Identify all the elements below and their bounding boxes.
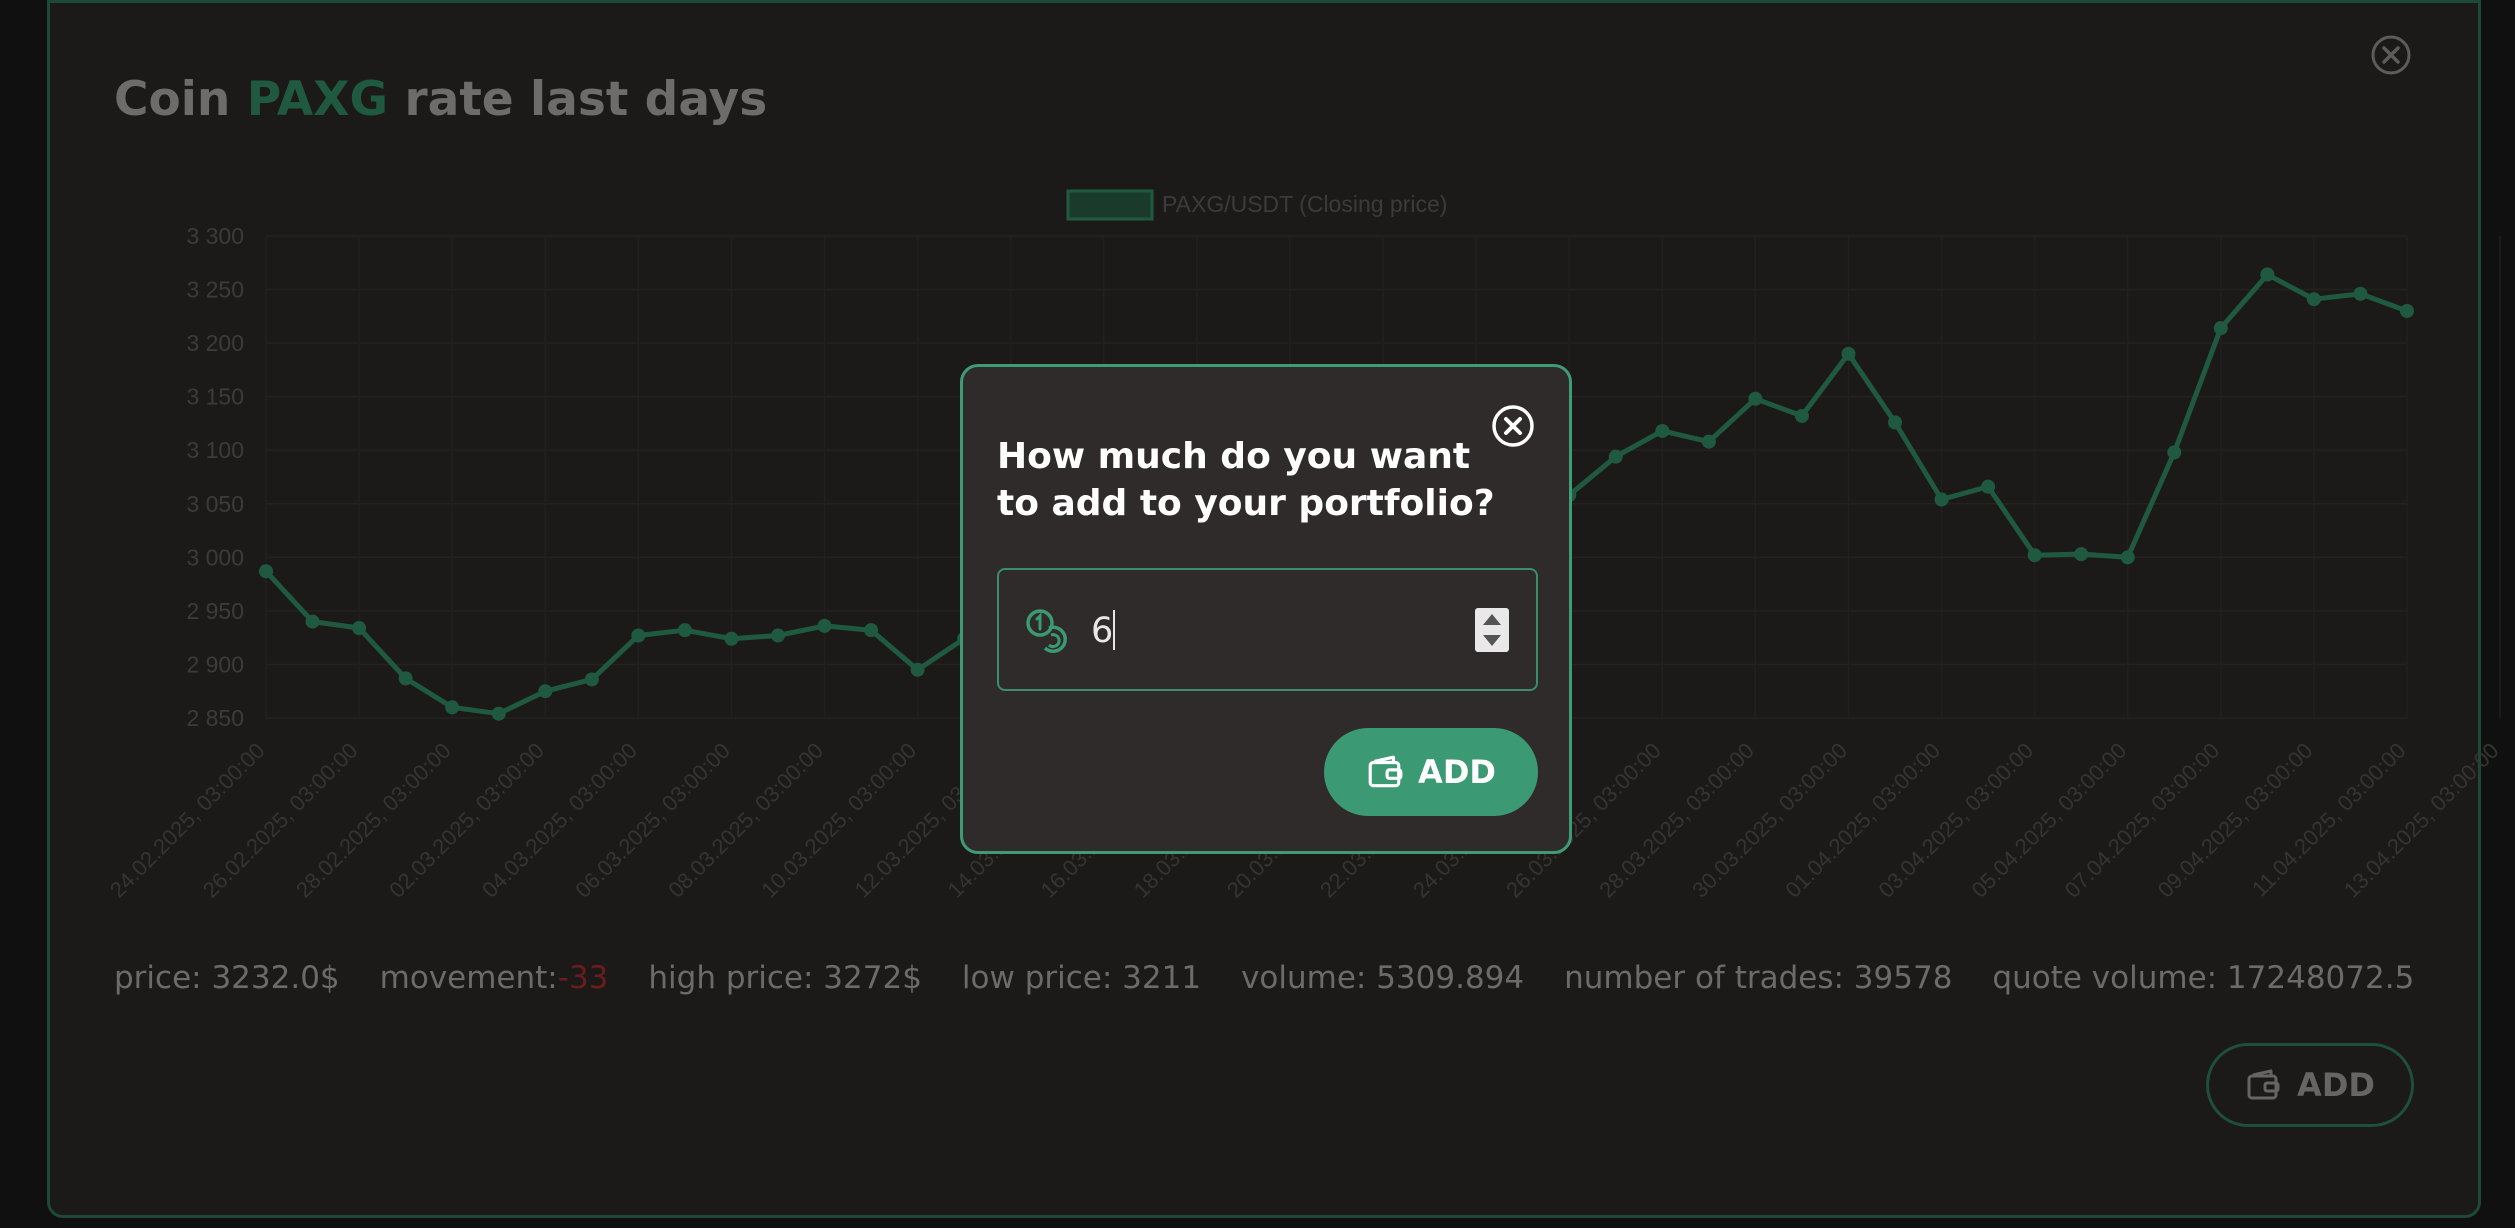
x-tick-label: 11.04.2025, 03:00:00 — [2247, 738, 2411, 902]
text-caret — [1113, 610, 1115, 650]
stat-trades: number of trades: 39578 — [1564, 960, 1953, 996]
x-tick-label: 28.02.2025, 03:00:00 — [291, 738, 456, 903]
y-tick-label: 3 150 — [186, 384, 244, 410]
y-tick-label: 3 250 — [186, 277, 244, 303]
stepper-up-icon[interactable] — [1483, 614, 1501, 625]
add-to-portfolio-button[interactable]: ADD — [2206, 1043, 2414, 1127]
wallet-icon — [2247, 1069, 2280, 1100]
data-point — [770, 628, 785, 643]
y-tick-label: 3 200 — [186, 330, 244, 356]
x-tick-label: 28.03.2025, 03:00:00 — [1594, 738, 1759, 903]
data-point — [910, 662, 925, 677]
stat-movement-value: -33 — [557, 960, 609, 996]
data-point — [1748, 391, 1763, 406]
data-point — [445, 700, 460, 715]
quantity-stepper[interactable] — [1475, 608, 1509, 652]
stat-movement: movement:-33 — [380, 960, 609, 996]
data-point — [1841, 346, 1856, 361]
data-point — [538, 684, 553, 699]
data-point — [631, 628, 646, 643]
data-point — [2027, 548, 2042, 563]
x-tick-label: 01.04.2025, 03:00:00 — [1780, 738, 1945, 903]
x-tick-label: 06.03.2025, 03:00:00 — [570, 738, 735, 903]
data-point — [724, 631, 739, 646]
wallet-icon — [1368, 755, 1403, 788]
stepper-down-icon[interactable] — [1483, 635, 1501, 646]
data-point — [1655, 423, 1670, 438]
data-point — [2074, 547, 2089, 562]
y-tick-label: 3 000 — [186, 544, 244, 570]
stat-movement-label: movement: — [379, 960, 558, 996]
legend-swatch — [1066, 189, 1154, 221]
y-tick-label: 3 050 — [186, 491, 244, 517]
x-tick-label: 13.04.2025, 03:00:00 — [2339, 738, 2504, 903]
stat-volume: volume: 5309.894 — [1241, 960, 1525, 996]
y-tick-label: 3 300 — [186, 223, 244, 249]
add-quantity-modal: How much do you want to add to your port… — [960, 364, 1572, 854]
coin-stats: price: 3232.0$ movement:-33 high price: … — [114, 960, 2414, 996]
data-point — [1888, 415, 1903, 430]
data-point — [2120, 550, 2135, 565]
y-tick-label: 2 850 — [186, 705, 244, 731]
quantity-field — [997, 568, 1538, 691]
data-point — [398, 671, 413, 686]
data-point — [2353, 286, 2368, 301]
x-tick-label: 04.03.2025, 03:00:00 — [477, 738, 642, 903]
data-point — [305, 614, 320, 629]
data-point — [2400, 303, 2414, 318]
x-tick-label: 09.04.2025, 03:00:00 — [2153, 738, 2318, 903]
y-tick-label: 3 100 — [186, 437, 244, 463]
data-point — [584, 672, 599, 687]
x-tick-label: 26.02.2025, 03:00:00 — [198, 738, 363, 903]
data-point — [1934, 492, 1949, 507]
quantity-input[interactable] — [1089, 600, 1423, 662]
data-point — [259, 564, 273, 579]
data-point — [2213, 321, 2228, 336]
confirm-add-label: ADD — [1418, 753, 1496, 791]
legend-label: PAXG/USDT (Closing price) — [1162, 191, 1447, 217]
coins-icon — [1026, 609, 1067, 653]
stat-quote-volume: quote volume: 17248072.5 — [1992, 960, 2415, 996]
data-point — [2167, 445, 2182, 460]
x-tick-label: 24.02.2025, 03:00:00 — [105, 738, 270, 903]
x-tick-label: 30.03.2025, 03:00:00 — [1687, 738, 1852, 903]
data-point — [1608, 449, 1623, 464]
modal-title: How much do you want to add to your port… — [997, 436, 1495, 524]
data-point — [2306, 292, 2321, 307]
x-tick-label: 03.04.2025, 03:00:00 — [1873, 738, 2038, 903]
stat-high: high price: 3272$ — [648, 960, 922, 996]
data-point — [491, 706, 506, 721]
data-point — [1794, 408, 1809, 423]
x-tick-label: 07.04.2025, 03:00:00 — [2060, 738, 2225, 903]
confirm-add-button[interactable]: ADD — [1324, 728, 1538, 816]
x-tick-label: 05.04.2025, 03:00:00 — [1967, 738, 2132, 903]
data-point — [677, 623, 692, 638]
x-tick-label: 02.03.2025, 03:00:00 — [384, 738, 549, 903]
x-tick-label: 10.03.2025, 03:00:00 — [756, 738, 921, 903]
y-axis-ticks: 3 300 3 250 3 200 3 150 3 100 3 050 3 000 2 950… — [186, 223, 244, 731]
data-point — [1981, 479, 1996, 494]
x-tick-label: 08.03.2025, 03:00:00 — [663, 738, 828, 903]
data-point — [1701, 434, 1716, 449]
add-button-label: ADD — [2297, 1066, 2375, 1104]
data-point — [864, 623, 879, 638]
y-tick-label: 2 900 — [186, 651, 244, 677]
data-point — [2260, 267, 2275, 282]
data-point — [352, 621, 367, 636]
data-point — [817, 618, 832, 633]
y-tick-label: 2 950 — [186, 598, 244, 624]
stat-price: price: 3232.0$ — [114, 960, 340, 996]
stat-low: low price: 3211 — [961, 960, 1202, 996]
